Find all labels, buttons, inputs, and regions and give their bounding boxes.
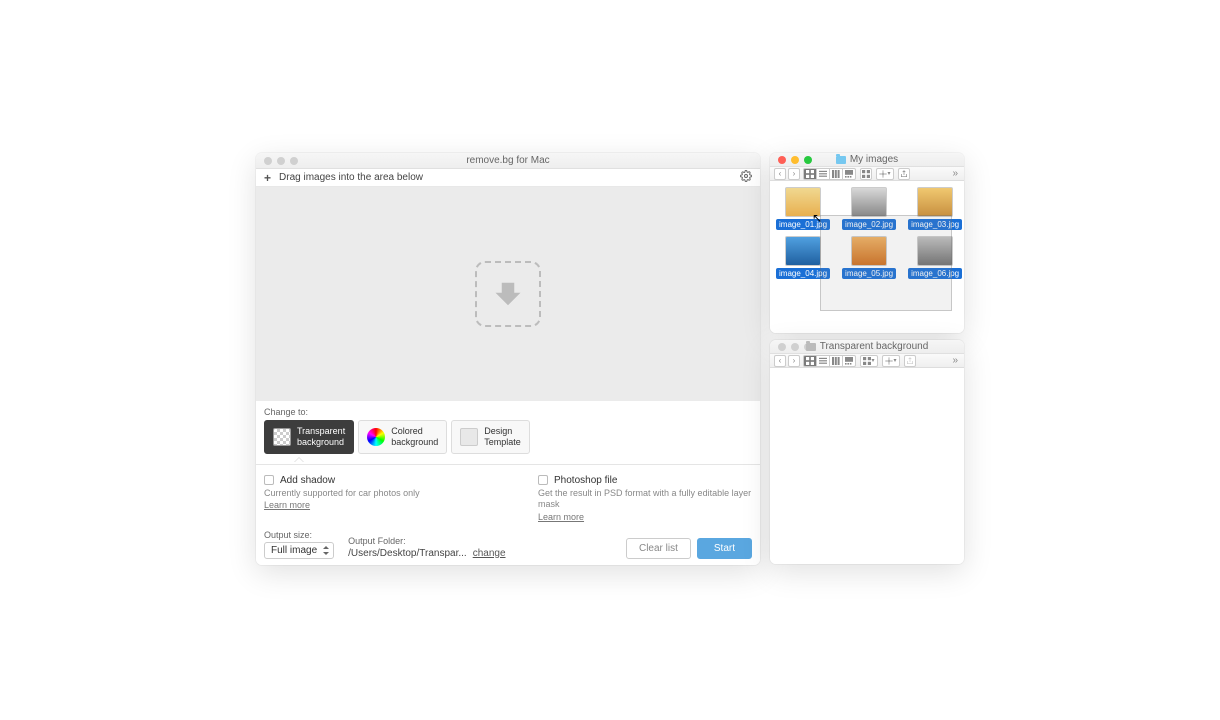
- back-button[interactable]: ‹: [774, 355, 786, 367]
- finder-my-images: My images ‹ › ▾ » image_01.jpg image_02.…: [770, 153, 964, 333]
- finder-body[interactable]: image_01.jpg image_02.jpg image_03.jpg i…: [770, 181, 964, 333]
- titlebar: My images: [770, 153, 964, 167]
- filename: image_03.jpg: [908, 219, 962, 230]
- column-view-button[interactable]: [829, 355, 843, 367]
- finder-transparent-bg: Transparent background ‹ › ▾ ▾ »: [770, 340, 964, 564]
- view-mode-group: [804, 168, 856, 180]
- forward-button[interactable]: ›: [788, 355, 800, 367]
- drop-target: [475, 261, 541, 327]
- bg-options: Transparentbackground Coloredbackground …: [264, 420, 752, 454]
- toolbar: + Drag images into the area below: [256, 169, 760, 187]
- drag-hint: Drag images into the area below: [279, 172, 423, 183]
- start-button[interactable]: Start: [697, 538, 752, 559]
- filename: image_01.jpg: [776, 219, 830, 230]
- list-view-button[interactable]: [816, 355, 830, 367]
- file-item[interactable]: image_02.jpg: [842, 187, 896, 230]
- finder-toolbar: ‹ › ▾ ▾ »: [770, 354, 964, 368]
- change-to-label: Change to:: [264, 407, 752, 417]
- share-button[interactable]: [898, 168, 910, 180]
- forward-button[interactable]: ›: [788, 168, 800, 180]
- thumbnail-icon: [785, 187, 821, 217]
- window-title: My images: [770, 154, 964, 165]
- template-swatch-icon: [460, 428, 478, 446]
- add-shadow-checkbox[interactable]: [264, 475, 274, 485]
- filename: image_05.jpg: [842, 268, 896, 279]
- option-colored-bg[interactable]: Coloredbackground: [358, 420, 447, 454]
- list-view-button[interactable]: [816, 168, 830, 180]
- column-view-button[interactable]: [829, 168, 843, 180]
- thumbnail-icon: [851, 187, 887, 217]
- arrange-button[interactable]: [860, 168, 872, 180]
- window-title: remove.bg for Mac: [256, 155, 760, 166]
- file-item[interactable]: image_03.jpg: [908, 187, 962, 230]
- color-wheel-icon: [367, 428, 385, 446]
- psd-hint: Get the result in PSD format with a full…: [538, 488, 752, 511]
- caret-up-icon: [294, 457, 304, 462]
- icon-view-button[interactable]: [803, 168, 817, 180]
- psd-checkbox[interactable]: [538, 475, 548, 485]
- file-item[interactable]: image_06.jpg: [908, 236, 962, 279]
- add-icon[interactable]: +: [264, 171, 271, 185]
- output-row: Output size: Full image Output Folder: /…: [256, 530, 760, 565]
- thumbnail-icon: [917, 187, 953, 217]
- filename: image_04.jpg: [776, 268, 830, 279]
- action-button[interactable]: ▾: [876, 168, 894, 180]
- transparent-swatch-icon: [273, 428, 291, 446]
- dropzone[interactable]: [256, 187, 760, 401]
- add-shadow-learn-more[interactable]: Learn more: [264, 500, 310, 510]
- gallery-view-button[interactable]: [842, 168, 856, 180]
- arrow-down-icon: [493, 279, 523, 309]
- output-folder-path: /Users/Desktop/Transpar...: [348, 548, 467, 559]
- change-folder-link[interactable]: change: [473, 548, 506, 559]
- finder-body[interactable]: [770, 368, 964, 564]
- folder-icon: [836, 156, 846, 164]
- add-shadow-label: Add shadow: [280, 475, 335, 486]
- file-item[interactable]: image_05.jpg: [842, 236, 896, 279]
- window-title: Transparent background: [770, 341, 964, 352]
- file-item[interactable]: image_01.jpg: [776, 187, 830, 230]
- option-design-template[interactable]: DesignTemplate: [451, 420, 530, 454]
- option-transparent-bg[interactable]: Transparentbackground: [264, 420, 354, 454]
- share-button[interactable]: [904, 355, 916, 367]
- psd-label: Photoshop file: [554, 475, 617, 486]
- settings-icon[interactable]: [740, 170, 752, 185]
- psd-learn-more[interactable]: Learn more: [538, 512, 584, 522]
- back-button[interactable]: ‹: [774, 168, 786, 180]
- view-mode-group: [804, 355, 856, 367]
- filename: image_02.jpg: [842, 219, 896, 230]
- overflow-icon[interactable]: »: [950, 355, 960, 366]
- output-folder-label: Output Folder:: [348, 536, 505, 546]
- thumbnail-icon: [785, 236, 821, 266]
- finder-toolbar: ‹ › ▾ »: [770, 167, 964, 181]
- gallery-view-button[interactable]: [842, 355, 856, 367]
- output-size-select[interactable]: Full image: [264, 542, 334, 559]
- clear-list-button[interactable]: Clear list: [626, 538, 691, 559]
- action-button[interactable]: ▾: [882, 355, 900, 367]
- arrange-button[interactable]: ▾: [860, 355, 878, 367]
- options-panel: Change to: Transparentbackground Colored…: [256, 401, 760, 465]
- icon-view-button[interactable]: [803, 355, 817, 367]
- output-size-label: Output size:: [264, 530, 334, 540]
- thumbnail-icon: [917, 236, 953, 266]
- filename: image_06.jpg: [908, 268, 962, 279]
- file-item[interactable]: image_04.jpg: [776, 236, 830, 279]
- titlebar: Transparent background: [770, 340, 964, 354]
- titlebar: remove.bg for Mac: [256, 153, 760, 169]
- overflow-icon[interactable]: »: [950, 168, 960, 179]
- removebg-window: remove.bg for Mac + Drag images into the…: [256, 153, 760, 565]
- thumbnail-icon: [851, 236, 887, 266]
- folder-icon: [806, 343, 816, 351]
- checkbox-row: Add shadow Currently supported for car p…: [256, 465, 760, 530]
- add-shadow-hint: Currently supported for car photos only: [264, 488, 478, 500]
